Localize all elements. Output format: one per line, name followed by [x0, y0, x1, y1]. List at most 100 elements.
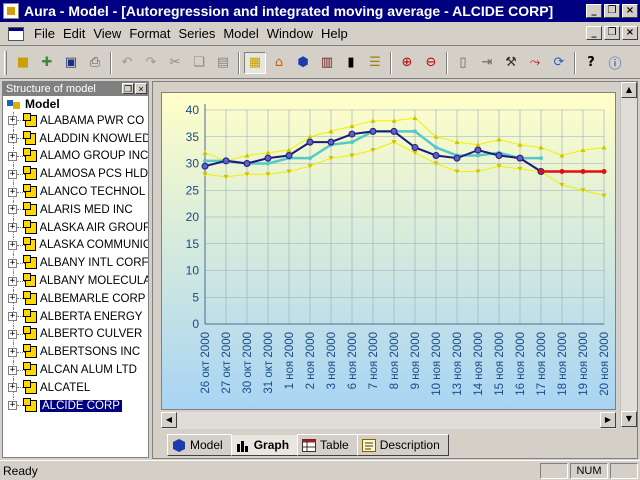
tree-node[interactable]: + ALARIS MED INC	[3, 200, 148, 219]
expand-icon[interactable]: +	[8, 151, 17, 161]
tree-node[interactable]: + ALBERTA ENERGY	[3, 307, 148, 326]
actual-point	[434, 145, 438, 150]
tree-node[interactable]: + ALCIDE CORP	[3, 396, 148, 415]
toolbar-separator	[574, 51, 576, 74]
toolbar-grip[interactable]	[4, 50, 7, 75]
scroll-left-arrow[interactable]: ◀	[161, 412, 177, 428]
tab-graph[interactable]: Graph	[230, 434, 299, 456]
tree-node[interactable]: + ALADDIN KNOWLED	[3, 129, 148, 148]
bar-chart-icon[interactable]: ▮	[340, 52, 362, 74]
zoom-out-icon[interactable]: ⊖	[420, 52, 442, 74]
menu-model[interactable]: Model	[219, 26, 262, 41]
expand-icon[interactable]: +	[8, 276, 17, 286]
expand-icon[interactable]: +	[8, 383, 17, 393]
x-tick-label: 19 ноя 2000	[578, 332, 590, 396]
menu-help[interactable]: Help	[317, 26, 352, 41]
expand-icon[interactable]: +	[8, 205, 17, 215]
mdi-close-button[interactable]: ×	[622, 26, 638, 40]
undo-icon[interactable]: ↶	[116, 52, 138, 74]
status-pane-scroll	[610, 462, 638, 479]
tree-node[interactable]: + ALBERTSONS INC	[3, 343, 148, 362]
paste-icon[interactable]: ▤	[212, 52, 234, 74]
expand-icon[interactable]: +	[8, 294, 17, 304]
info-icon[interactable]: ⓘ	[604, 52, 626, 74]
tree-root[interactable]: Model	[3, 96, 148, 112]
x-tick-label: 16 ноя 2000	[515, 332, 527, 396]
vertical-scrollbar[interactable]: ▲ ▼	[620, 82, 637, 427]
save-icon[interactable]: ▣	[60, 52, 82, 74]
redo-icon[interactable]: ↷	[140, 52, 162, 74]
tree-node[interactable]: + ALBERTO CULVER	[3, 325, 148, 344]
help-icon[interactable]: ?	[580, 52, 602, 74]
open-icon[interactable]: ✚	[36, 52, 58, 74]
horizontal-scrollbar[interactable]: ◀ ▶	[161, 412, 616, 429]
expand-icon[interactable]: +	[8, 116, 17, 126]
menu-edit[interactable]: Edit	[59, 26, 89, 41]
zoom-in-icon[interactable]: ⊕	[396, 52, 418, 74]
print-icon[interactable]: ⎙	[84, 52, 106, 74]
close-button[interactable]: ×	[622, 4, 638, 18]
refresh-icon[interactable]: ⟳	[548, 52, 570, 74]
scroll-up-arrow[interactable]: ▲	[621, 82, 637, 98]
table-icon[interactable]: ▥	[316, 52, 338, 74]
home-icon[interactable]: ⌂	[268, 52, 290, 74]
expand-icon[interactable]: +	[8, 169, 17, 179]
x-tick-label: 13 ноя 2000	[452, 332, 464, 396]
tools-icon[interactable]: ⚒	[500, 52, 522, 74]
minimize-button[interactable]: _	[586, 4, 602, 18]
mdi-restore-button[interactable]: ❐	[604, 26, 620, 40]
tree-node[interactable]: + ALABAMA PWR CO	[3, 112, 148, 130]
tree-view-icon[interactable]: ▦	[244, 51, 266, 74]
expand-icon[interactable]: +	[8, 347, 17, 357]
new-model-icon[interactable]: ■	[12, 52, 34, 74]
expand-icon[interactable]: +	[8, 401, 17, 411]
expand-icon[interactable]: +	[8, 329, 17, 339]
tab-model[interactable]: Model	[167, 434, 232, 456]
tree-node[interactable]: + ALBANY INTL CORF	[3, 254, 148, 273]
tree-node[interactable]: + ALBEMARLE CORP	[3, 289, 148, 308]
tree-body[interactable]: Model + ALABAMA PWR CO + ALADDIN KNOWLED + AL…	[3, 96, 148, 457]
menu-format[interactable]: Format	[125, 26, 174, 41]
expand-icon[interactable]: +	[8, 365, 17, 375]
expand-icon[interactable]: +	[8, 187, 17, 197]
cut-icon[interactable]: ✂	[164, 52, 186, 74]
menu-file[interactable]: File	[30, 26, 59, 41]
tree-node[interactable]: + ALCAN ALUM LTD	[3, 361, 148, 379]
tree-restore-button[interactable]: ❐	[122, 83, 134, 94]
scroll-down-arrow[interactable]: ▼	[621, 411, 637, 427]
expand-icon[interactable]: +	[8, 134, 17, 144]
model-hex-icon[interactable]: ⬢	[292, 52, 314, 74]
import-icon[interactable]: ⇥	[476, 52, 498, 74]
tab-table[interactable]: Table	[297, 434, 358, 456]
expand-icon[interactable]: +	[8, 240, 17, 250]
description-icon[interactable]: ☰	[364, 52, 386, 74]
tree-node[interactable]: + ALANCO TECHNOL	[3, 183, 148, 201]
copy-icon[interactable]: ❏	[188, 52, 210, 74]
tab-description[interactable]: Description	[356, 434, 449, 456]
forecast-point	[538, 169, 544, 175]
forecast-icon[interactable]: ⤳	[524, 52, 546, 74]
document-icon[interactable]	[8, 26, 24, 41]
tree-close-button[interactable]: ×	[135, 83, 147, 94]
y-tick-label: 0	[192, 317, 199, 331]
expand-icon[interactable]: +	[8, 258, 17, 268]
expand-icon[interactable]: +	[8, 223, 17, 233]
document-page-icon[interactable]: ▯	[452, 52, 474, 74]
menu-series[interactable]: Series	[174, 26, 219, 41]
series-node-icon	[22, 130, 37, 145]
chart-svg: 0 5 10 15 20 25 30 35 40 26 окт 2000 27 окт 2000 30…	[162, 93, 615, 409]
scroll-right-arrow[interactable]: ▶	[600, 412, 616, 428]
series-node-icon	[23, 379, 37, 394]
tree-node[interactable]: + ALAMO GROUP INC	[3, 147, 148, 166]
menu-view[interactable]: View	[89, 26, 125, 41]
tree-node[interactable]: + ALASKA COMMUNIC	[3, 236, 148, 255]
tree-node[interactable]: + ALCATEL	[3, 378, 148, 397]
tree-node[interactable]: + ALAMOSA PCS HLD	[3, 165, 148, 184]
expand-icon[interactable]: +	[8, 312, 17, 322]
restore-button[interactable]: ❐	[604, 4, 620, 18]
menu-window[interactable]: Window	[263, 26, 317, 41]
app-icon[interactable]	[3, 3, 19, 19]
tree-node[interactable]: + ALBANY MOLECULA	[3, 272, 148, 290]
mdi-minimize-button[interactable]: _	[586, 26, 602, 40]
tree-node[interactable]: + ALASKA AIR GROUF	[3, 218, 148, 237]
